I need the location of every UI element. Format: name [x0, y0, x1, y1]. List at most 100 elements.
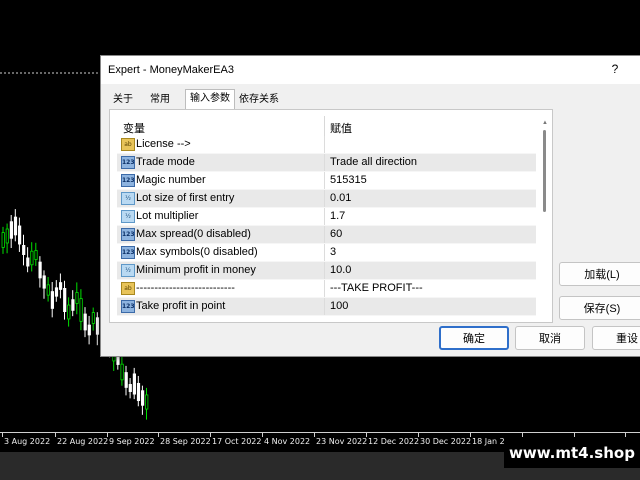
- candle-body: [59, 282, 63, 290]
- load-button[interactable]: 加载(L): [559, 262, 640, 286]
- parameter-value[interactable]: 515315: [330, 174, 367, 186]
- expert-properties-dialog: Expert - MoneyMakerEA3 ? 关于 常用 输入参数 依存关系…: [100, 55, 640, 357]
- help-button[interactable]: ?: [608, 62, 622, 76]
- tab-inputs[interactable]: 输入参数: [185, 89, 235, 110]
- integer-type-icon: 123: [121, 228, 135, 241]
- candle-body: [145, 394, 149, 410]
- candle-body: [120, 363, 124, 381]
- text-type-icon: ab: [121, 138, 135, 151]
- candle-body: [17, 225, 22, 245]
- candle-body: [38, 261, 42, 279]
- scroll-up-arrow-icon[interactable]: ▲: [541, 120, 549, 128]
- parameter-name: Trade mode: [136, 156, 195, 168]
- parameter-value[interactable]: 0.01: [330, 192, 351, 204]
- date-label: 22 Aug 2022: [57, 437, 109, 446]
- parameter-name: Minimum profit in money: [136, 264, 256, 276]
- candle-body: [95, 317, 100, 335]
- date-tick: [314, 433, 315, 437]
- dialog-title-bar[interactable]: Expert - MoneyMakerEA3 ?: [101, 56, 640, 84]
- save-button[interactable]: 保存(S): [559, 296, 640, 320]
- reset-button[interactable]: 重设: [592, 326, 640, 350]
- candle-body: [5, 228, 9, 244]
- date-label: 9 Sep 2022: [109, 437, 155, 446]
- column-header-variable[interactable]: 变量: [123, 120, 145, 136]
- parameter-row[interactable]: ½ Lot multiplier 1.7: [117, 208, 536, 226]
- dialog-title: Expert - MoneyMakerEA3: [108, 64, 234, 76]
- parameter-value[interactable]: Trade all direction: [330, 156, 417, 168]
- candle-body: [30, 250, 34, 266]
- text-type-icon: ab: [121, 282, 135, 295]
- cancel-button[interactable]: 取消: [515, 326, 585, 350]
- double-type-icon: ½: [121, 210, 135, 223]
- parameter-value[interactable]: 100: [330, 300, 348, 312]
- parameter-row[interactable]: 123 Take profit in point 100: [117, 298, 536, 316]
- parameter-row[interactable]: ab --------------------------- ---TAKE PRO…: [117, 280, 536, 298]
- candle-body: [13, 216, 18, 236]
- date-tick: [2, 433, 3, 437]
- date-label: 4 Nov 2022: [264, 437, 311, 446]
- parameter-name: Lot size of first entry: [136, 192, 235, 204]
- integer-type-icon: 123: [121, 174, 135, 187]
- date-label: 12 Dec 2022: [368, 437, 420, 446]
- parameter-row[interactable]: ½ Minimum profit in money 10.0: [117, 262, 536, 280]
- date-tick: [574, 433, 575, 437]
- candle-body: [26, 257, 30, 267]
- tab-dependencies[interactable]: 依存关系: [235, 91, 283, 108]
- parameter-row[interactable]: ab License -->: [117, 136, 536, 154]
- candle-body: [91, 312, 95, 324]
- parameter-value[interactable]: ---TAKE PROFIT---: [330, 282, 423, 294]
- date-tick: [418, 433, 419, 437]
- candle-body: [124, 372, 128, 388]
- tab-bar: 关于 常用 输入参数 依存关系: [101, 89, 640, 110]
- date-tick: [55, 433, 56, 437]
- candle-body: [22, 245, 26, 255]
- parameter-name: ---------------------------: [136, 282, 235, 294]
- candle-body: [75, 292, 79, 304]
- parameter-name: Take profit in point: [136, 300, 226, 312]
- parameter-name: License -->: [136, 138, 191, 150]
- tab-common[interactable]: 常用: [146, 91, 174, 108]
- candle-body: [63, 288, 67, 312]
- candle-body: [71, 299, 75, 311]
- date-label: 17 Oct 2022: [212, 437, 262, 446]
- parameter-row[interactable]: 123 Max spread(0 disabled) 60: [117, 226, 536, 244]
- parameter-value[interactable]: 10.0: [330, 264, 351, 276]
- candle-body: [128, 384, 132, 392]
- candle-body: [1, 232, 5, 248]
- candle-body: [83, 313, 87, 331]
- integer-type-icon: 123: [121, 156, 135, 169]
- site-watermark: www.mt4.shop: [504, 438, 640, 468]
- candle-body: [50, 291, 55, 309]
- candle-body: [136, 382, 141, 402]
- tab-about[interactable]: 关于: [109, 91, 137, 108]
- parameter-value[interactable]: 1.7: [330, 210, 345, 222]
- parameter-row[interactable]: ½ Lot size of first entry 0.01: [117, 190, 536, 208]
- candle-body: [132, 373, 136, 395]
- integer-type-icon: 123: [121, 246, 135, 259]
- date-label: 30 Dec 2022: [420, 437, 472, 446]
- column-header-value[interactable]: 赋值: [330, 120, 352, 136]
- parameter-row[interactable]: 123 Magic number 515315: [117, 172, 536, 190]
- candle-body: [67, 304, 71, 320]
- integer-type-icon: 123: [121, 300, 135, 313]
- date-label: 3 Aug 2022: [4, 437, 51, 446]
- parameter-name: Lot multiplier: [136, 210, 199, 222]
- ok-button[interactable]: 确定: [439, 326, 509, 350]
- parameter-row[interactable]: 123 Max symbols(0 disabled) 3: [117, 244, 536, 262]
- date-tick: [522, 433, 523, 437]
- candle-body: [87, 324, 91, 336]
- date-label: 28 Sep 2022: [160, 437, 211, 446]
- parameter-name: Magic number: [136, 174, 206, 186]
- parameter-value[interactable]: 60: [330, 228, 342, 240]
- grid-header: 变量 赋值: [117, 116, 536, 136]
- parameter-row[interactable]: 123 Trade mode Trade all direction: [117, 154, 536, 172]
- double-type-icon: ½: [121, 264, 135, 277]
- date-tick: [158, 433, 159, 437]
- inputs-grid: 变量 赋值 ab License --> 123 Trade mode Trade al…: [117, 116, 536, 316]
- parameter-value[interactable]: 3: [330, 246, 336, 258]
- grid-scrollbar[interactable]: ▲: [541, 116, 549, 316]
- parameter-name: Max spread(0 disabled): [136, 228, 251, 240]
- candle-body: [46, 284, 50, 296]
- date-tick: [262, 433, 263, 437]
- scroll-thumb[interactable]: [543, 130, 546, 212]
